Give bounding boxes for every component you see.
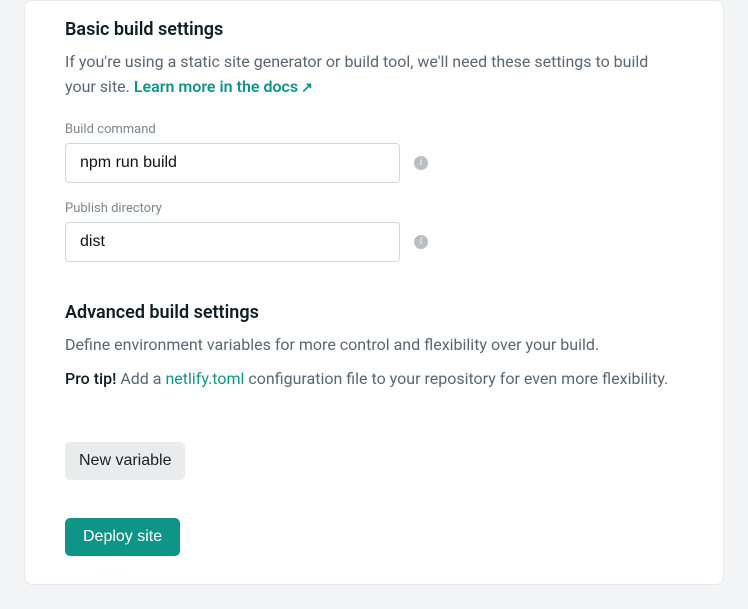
- basic-settings-description: If you're using a static site generator …: [65, 50, 683, 100]
- publish-directory-input[interactable]: [65, 222, 400, 262]
- build-command-label: Build command: [65, 122, 683, 137]
- pro-tip-label: Pro tip!: [65, 369, 116, 388]
- publish-directory-label: Publish directory: [65, 201, 683, 216]
- pro-tip-suffix: configuration file to your repository fo…: [244, 369, 668, 388]
- advanced-settings-description: Define environment variables for more co…: [65, 333, 683, 358]
- advanced-settings-block: Advanced build settings Define environme…: [65, 302, 683, 557]
- external-link-icon: ↗: [301, 78, 313, 100]
- build-command-row: i: [65, 143, 683, 183]
- docs-link[interactable]: Learn more in the docs↗: [134, 77, 313, 96]
- settings-card: Basic build settings If you're using a s…: [24, 0, 724, 585]
- build-command-input[interactable]: [65, 143, 400, 183]
- deploy-site-button[interactable]: Deploy site: [65, 518, 180, 556]
- publish-directory-group: Publish directory i: [65, 201, 683, 262]
- publish-directory-row: i: [65, 222, 683, 262]
- new-variable-button[interactable]: New variable: [65, 442, 185, 480]
- netlify-toml-link[interactable]: netlify.toml: [165, 369, 244, 388]
- pro-tip: Pro tip! Add a netlify.toml configuratio…: [65, 367, 683, 392]
- docs-link-label: Learn more in the docs: [134, 77, 298, 96]
- advanced-settings-title: Advanced build settings: [65, 302, 683, 323]
- basic-settings-title: Basic build settings: [65, 19, 683, 40]
- info-icon[interactable]: i: [414, 235, 428, 249]
- info-icon[interactable]: i: [414, 156, 428, 170]
- pro-tip-prefix: Add a: [116, 369, 165, 388]
- build-command-group: Build command i: [65, 122, 683, 183]
